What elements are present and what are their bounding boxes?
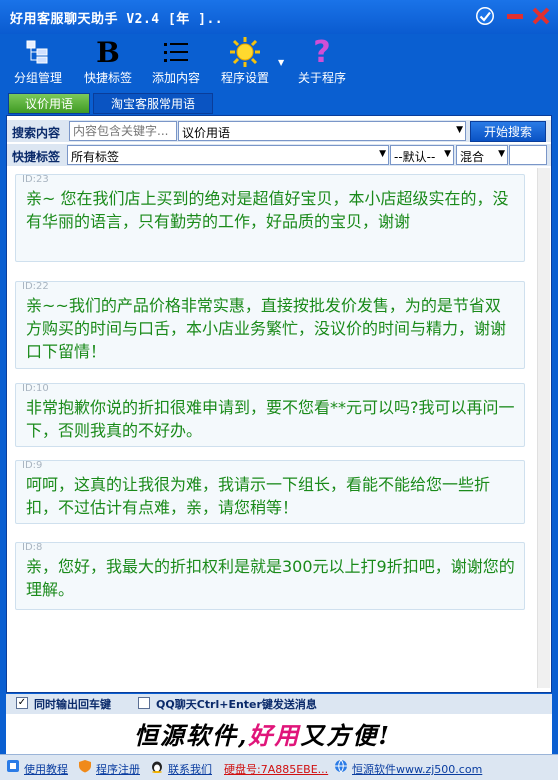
list-item[interactable]: ID:10 非常抱歉你说的折扣很难申请到，要不您看**元可以吗?我可以再问一下，… [15, 383, 525, 447]
message-id: ID:8 [22, 542, 43, 553]
program-settings-button[interactable]: 程序设置 [215, 34, 275, 92]
slogan-part2: 好用 [248, 721, 301, 750]
tutorial-link[interactable]: 使用教程 [24, 761, 68, 777]
quick-tag-button[interactable]: B 快捷标签 [78, 34, 138, 92]
list-item[interactable]: ID:23 亲~ 您在我们店上买到的绝对是超值好宝贝，本小店超级实在的，没有华丽… [15, 174, 525, 262]
message-text: 呵呵，这真的让我很为难，我请示一下组长，看能不能给您一些折扣，不过估计有点难，亲… [26, 475, 491, 517]
search-label: 搜索内容 [12, 126, 61, 140]
list-item[interactable]: ID:8 亲，您好，我最大的折扣权利是就是300元以上打9折扣吧，谢谢您的理解。 [15, 542, 525, 610]
mode-select-value: 混合 [460, 150, 485, 164]
slogan-part3: 又方便! [300, 721, 391, 750]
qq-penguin-icon [152, 761, 162, 773]
chevron-down-icon: ▼ [498, 149, 505, 159]
tag-select[interactable]: 所有标签 ▼ [67, 145, 389, 165]
message-text: 亲~~我们的产品价格非常实惠，直接按批发价发售，为的是节省双方购买的时间与口舌，… [26, 296, 507, 361]
check-icon[interactable] [475, 6, 495, 26]
toolbar-label: 关于程序 [297, 71, 346, 85]
group-manage-button[interactable]: 分组管理 [8, 34, 68, 92]
toolbar-label: 程序设置 [220, 71, 269, 85]
list-icon [164, 43, 188, 62]
slogan-banner: 恒源软件,好用又方便! [6, 714, 552, 754]
scrollbar[interactable] [537, 168, 550, 688]
message-id: ID:22 [22, 281, 49, 292]
sort-select[interactable]: --默认-- ▼ [390, 145, 454, 165]
message-list: ID:23 亲~ 您在我们店上买到的绝对是超值好宝贝，本小店超级实在的，没有华丽… [7, 168, 551, 692]
toolbar-label: 快捷标签 [83, 71, 132, 85]
search-input[interactable] [69, 121, 177, 141]
question-icon: ? [313, 34, 331, 70]
mode-select[interactable]: 混合 ▼ [456, 145, 508, 165]
chevron-down-icon: ▼ [444, 149, 451, 159]
chevron-down-icon: ▼ [379, 149, 386, 159]
search-row: 搜索内容 议价用语 ▼ 开始搜索 [7, 120, 551, 142]
help-book-icon [7, 760, 19, 772]
sun-gear-icon [230, 37, 260, 67]
settings-dropdown-icon[interactable]: ▼ [278, 58, 284, 67]
register-shield-icon [79, 760, 91, 773]
list-item[interactable]: ID:9 呵呵，这真的让我很为难，我请示一下组长，看能不能给您一些折扣，不过估计… [15, 460, 525, 524]
message-text: 亲，您好，我最大的折扣权利是就是300元以上打9折扣吧，谢谢您的理解。 [26, 557, 515, 599]
enter-output-checkbox[interactable]: ✓ [16, 697, 28, 709]
status-bar: 使用教程 程序注册 联系我们 硬盘号:7A885EBE... 恒源软件www.z… [0, 754, 558, 780]
contact-link[interactable]: 联系我们 [168, 761, 212, 777]
message-id: ID:10 [22, 383, 49, 394]
message-id: ID:9 [22, 460, 43, 471]
slogan: 恒源软件,好用又方便! [134, 716, 391, 751]
message-text: 亲~ 您在我们店上买到的绝对是超值好宝贝，本小店超级实在的，没有华丽的语言，只有… [26, 189, 509, 231]
tag-row: 快捷标签 所有标签 ▼ --默认-- ▼ 混合 ▼ [7, 144, 551, 166]
chevron-down-icon: ▼ [456, 125, 463, 135]
toolbar-label: 添加内容 [151, 71, 200, 85]
tag-select-value: 所有标签 [71, 150, 120, 164]
slogan-part1: 恒源软件, [134, 721, 249, 750]
close-icon[interactable] [531, 6, 551, 26]
enter-output-label: 同时输出回车键 [34, 698, 111, 711]
toolbar: 分组管理 B 快捷标签 添加内容 程序设置 ▼ ? 关于程序 [0, 34, 558, 92]
qq-send-checkbox[interactable] [138, 697, 150, 709]
tab-taobao[interactable]: 淘宝客服常用语 [93, 93, 213, 114]
disk-id-link[interactable]: 硬盘号:7A885EBE... [224, 761, 328, 777]
bold-b-icon: B [96, 35, 120, 69]
message-id: ID:23 [22, 174, 49, 185]
qq-send-label: QQ聊天Ctrl+Enter键发送消息 [156, 698, 317, 711]
start-search-button[interactable]: 开始搜索 [470, 121, 546, 142]
category-select-value: 议价用语 [182, 126, 231, 140]
tag-label: 快捷标签 [12, 150, 61, 164]
add-content-button[interactable]: 添加内容 [146, 34, 206, 92]
title-bar: 好用客服聊天助手 V2.4 [年 ].. [0, 0, 558, 34]
window-title: 好用客服聊天助手 V2.4 [年 ].. [10, 12, 224, 27]
tab-bargain[interactable]: 议价用语 [8, 93, 90, 114]
about-button[interactable]: ? 关于程序 [292, 34, 352, 92]
options-row: ✓ 同时输出回车键 QQ聊天Ctrl+Enter键发送消息 [6, 694, 552, 714]
extra-field[interactable] [509, 145, 547, 165]
message-text: 非常抱歉你说的折扣很难申请到，要不您看**元可以吗?我可以再问一下，否则我真的不… [26, 398, 515, 440]
category-select[interactable]: 议价用语 ▼ [178, 121, 466, 141]
group-icon [26, 40, 48, 64]
website-link[interactable]: 恒源软件www.zj500.com [352, 761, 482, 777]
minimize-icon[interactable] [505, 6, 525, 26]
toolbar-label: 分组管理 [13, 71, 62, 85]
list-item[interactable]: ID:22 亲~~我们的产品价格非常实惠，直接按批发价发售，为的是节省双方购买的… [15, 281, 525, 369]
content-frame: 搜索内容 议价用语 ▼ 开始搜索 快捷标签 所有标签 ▼ --默认-- ▼ 混合… [6, 115, 552, 693]
register-link[interactable]: 程序注册 [96, 761, 140, 777]
globe-icon [335, 759, 347, 773]
sort-select-value: --默认-- [394, 150, 436, 164]
